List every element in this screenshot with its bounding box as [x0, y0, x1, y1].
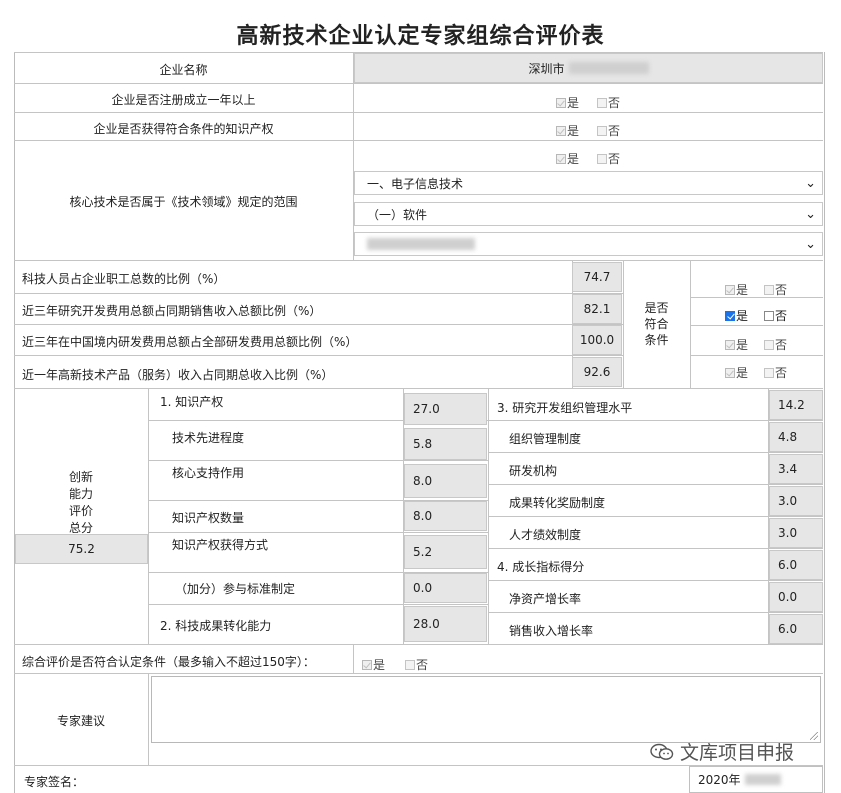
innovation-total-value[interactable]: 75.2: [15, 534, 148, 564]
score-value-net-asset-growth[interactable]: 0.0: [769, 582, 823, 612]
signature-date-field[interactable]: 2020年: [689, 766, 823, 793]
core-tech-yes-no[interactable]: 是 否: [556, 150, 632, 167]
innovation-total-label: 创新 能力 评价 总分: [68, 470, 93, 535]
ip-qualified-label: 企业是否获得符合条件的知识产权: [93, 122, 274, 136]
score-label-ip: 1. 知识产权: [160, 395, 224, 409]
tech-subdomain-select[interactable]: （一）软件 ⌄: [354, 202, 823, 226]
score-label-ip-quantity: 知识产权数量: [172, 511, 245, 525]
overall-yes-checkbox[interactable]: [362, 659, 372, 670]
score-value-ip-quantity[interactable]: 8.0: [404, 501, 487, 531]
chevron-down-icon: ⌄: [805, 237, 816, 252]
registered-yes-checkbox[interactable]: [556, 97, 566, 108]
ratio-value-rd-sales[interactable]: 82.1: [572, 294, 622, 324]
ratio-value-domestic-rd[interactable]: 100.0: [572, 325, 622, 355]
score-value-ip[interactable]: 27.0: [404, 393, 487, 425]
rd-sales-no-checkbox[interactable]: [764, 310, 775, 321]
ratio-label-tech-staff: 科技人员占企业职工总数的比例（%）: [22, 272, 226, 286]
expert-advice-textarea[interactable]: [151, 676, 821, 743]
rd-sales-yes-checkbox[interactable]: [725, 310, 735, 321]
score-label-growth: 4. 成长指标得分: [497, 560, 585, 574]
score-label-talent-performance: 人才绩效制度: [509, 528, 582, 542]
score-label-net-asset-growth: 净资产增长率: [509, 592, 582, 606]
score-label-standard-bonus: （加分）参与标准制定: [175, 582, 296, 596]
score-value-transfer-reward[interactable]: 3.0: [769, 486, 823, 516]
score-value-transfer[interactable]: 28.0: [404, 606, 487, 642]
ratio-value-tech-staff[interactable]: 74.7: [572, 262, 622, 292]
registered-yes-no[interactable]: 是 否: [556, 94, 632, 111]
score-value-ip-acquisition[interactable]: 5.2: [404, 535, 487, 569]
redacted-tech-detail: [367, 238, 475, 250]
core-tech-domain-label: 核心技术是否属于《技术领域》规定的范围: [69, 195, 298, 209]
company-name-label: 企业名称: [159, 63, 208, 77]
score-value-talent-performance[interactable]: 3.0: [769, 518, 823, 548]
score-value-rd-management[interactable]: 14.2: [769, 390, 823, 420]
hitech-revenue-no-checkbox[interactable]: [764, 367, 775, 378]
wechat-icon: [650, 743, 674, 760]
ratio-label-hitech-revenue: 近一年高新技术产品（服务）收入占同期总收入比例（%）: [22, 368, 334, 382]
score-value-rd-institution[interactable]: 3.4: [769, 454, 823, 484]
score-value-core-support[interactable]: 8.0: [404, 464, 487, 498]
score-label-transfer: 2. 科技成果转化能力: [160, 619, 272, 633]
tech-staff-yes-checkbox[interactable]: [725, 284, 735, 295]
registered-no-checkbox[interactable]: [597, 97, 608, 108]
watermark: 文库项目申报: [650, 738, 794, 765]
score-value-tech-advancement[interactable]: 5.8: [404, 428, 487, 460]
redacted-date: [744, 774, 781, 785]
score-value-sales-growth[interactable]: 6.0: [769, 614, 823, 644]
page-title: 高新技术企业认定专家组综合评价表: [236, 24, 605, 49]
resize-grip-icon[interactable]: [810, 732, 818, 740]
core-tech-yes-checkbox[interactable]: [556, 153, 566, 164]
score-label-rd-institution: 研发机构: [509, 464, 558, 478]
overall-evaluation-label: 综合评价是否符合认定条件（最多输入不超过150字）：: [22, 655, 315, 669]
core-tech-no-checkbox[interactable]: [597, 153, 608, 164]
score-label-tech-advancement: 技术先进程度: [172, 431, 245, 445]
expert-signature-label: 专家签名：: [24, 775, 85, 789]
score-label-transfer-reward: 成果转化奖励制度: [509, 496, 606, 510]
ratio-value-hitech-revenue[interactable]: 92.6: [572, 357, 622, 387]
tech-detail-select[interactable]: ⌄: [354, 232, 823, 256]
overall-no-checkbox[interactable]: [405, 659, 416, 670]
score-label-sales-growth: 销售收入增长率: [509, 624, 594, 638]
overall-yes-no[interactable]: 是 否: [362, 656, 440, 673]
company-name-field[interactable]: 深圳市: [354, 53, 823, 83]
chevron-down-icon: ⌄: [805, 207, 816, 222]
ratio-hitech-revenue-yes-no[interactable]: 是 否: [725, 364, 799, 381]
chevron-down-icon: ⌄: [805, 176, 816, 191]
registered-over-one-year-label: 企业是否注册成立一年以上: [111, 93, 256, 107]
tech-staff-no-checkbox[interactable]: [764, 284, 775, 295]
score-label-ip-acquisition: 知识产权获得方式: [172, 538, 269, 552]
meets-criteria-label: 是否 符合 条件: [644, 301, 669, 347]
score-value-standard-bonus[interactable]: 0.0: [404, 573, 487, 603]
expert-advice-label: 专家建议: [56, 714, 105, 728]
ip-no-checkbox[interactable]: [597, 125, 608, 136]
ip-yes-checkbox[interactable]: [556, 125, 566, 136]
score-label-core-support: 核心支持作用: [172, 466, 245, 480]
ratio-label-domestic-rd: 近三年在中国境内研发费用总额占全部研发费用总额比例（%）: [22, 335, 358, 349]
ip-yes-no[interactable]: 是 否: [556, 122, 632, 139]
domestic-rd-yes-checkbox[interactable]: [725, 339, 735, 350]
company-name-value: 深圳市: [528, 61, 565, 76]
domestic-rd-no-checkbox[interactable]: [764, 339, 775, 350]
score-label-rd-management: 3. 研究开发组织管理水平: [497, 401, 633, 415]
redacted-company-name: [568, 62, 649, 74]
hitech-revenue-yes-checkbox[interactable]: [725, 367, 735, 378]
tech-domain-select[interactable]: 一、电子信息技术 ⌄: [354, 171, 823, 195]
ratio-domestic-rd-yes-no[interactable]: 是 否: [725, 336, 799, 353]
score-value-org-system[interactable]: 4.8: [769, 422, 823, 452]
score-value-growth[interactable]: 6.0: [769, 550, 823, 580]
score-label-org-system: 组织管理制度: [509, 432, 582, 446]
ratio-tech-staff-yes-no[interactable]: 是 否: [725, 281, 799, 298]
ratio-label-rd-sales: 近三年研究开发费用总额占同期销售收入总额比例（%）: [22, 304, 322, 318]
ratio-rd-sales-yes-no[interactable]: 是 否: [725, 307, 799, 324]
